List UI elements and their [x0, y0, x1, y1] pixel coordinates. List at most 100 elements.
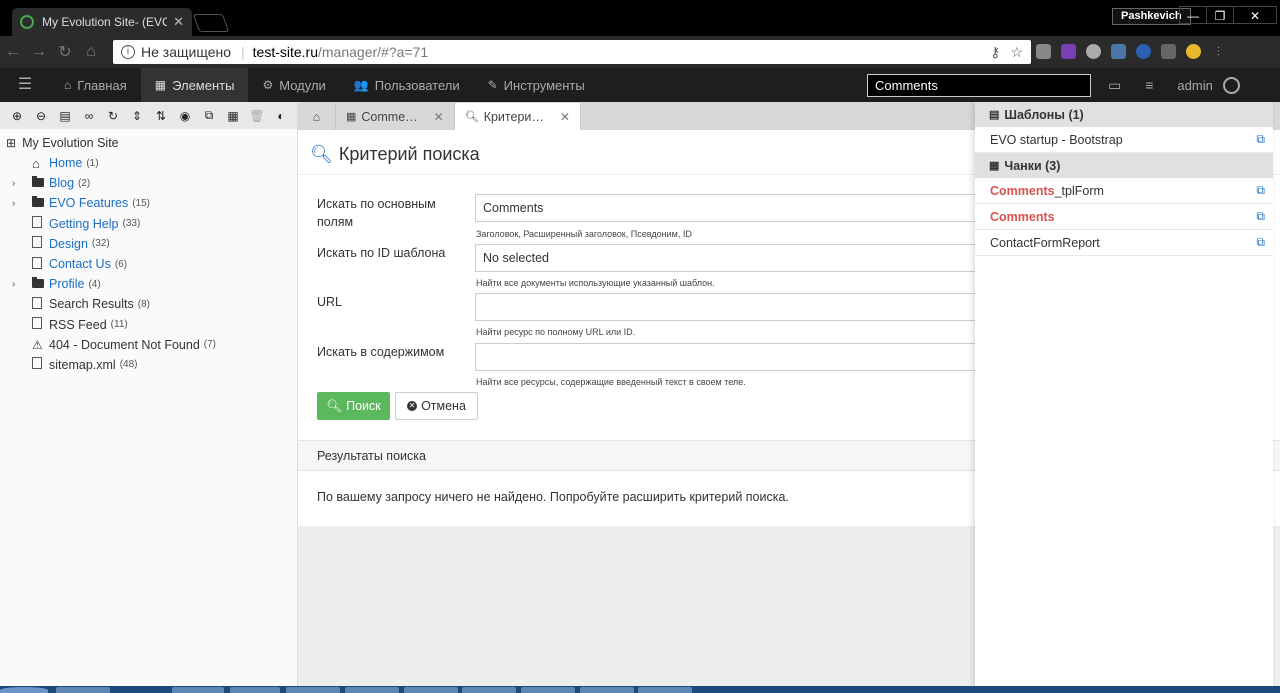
tree-node[interactable]: › Profile (4)	[6, 274, 297, 294]
tab-close-icon[interactable]: ✕	[173, 14, 184, 30]
tab-search[interactable]: 🔍︎ Критери… ✕	[454, 103, 581, 130]
taskbar-app[interactable]	[462, 687, 516, 693]
monitor-icon[interactable]: ▭	[1108, 77, 1121, 94]
search-icon: 🔍︎	[326, 398, 343, 413]
new-document-icon[interactable]: ▤	[53, 109, 77, 123]
nav-home[interactable]: ⌂ Главная	[50, 68, 141, 102]
collapse-tree-icon[interactable]: ⊖	[29, 109, 53, 123]
sliders-icon[interactable]: ≡	[1145, 77, 1153, 93]
field-label-content: Искать в содержимом	[317, 345, 445, 359]
chunk-item[interactable]: Comments ⧉	[975, 204, 1273, 230]
tree-node[interactable]: Design (32)	[6, 234, 297, 254]
tree-node[interactable]: › EVO Features (15)	[6, 193, 297, 213]
nav-users[interactable]: 👥 Пользователи	[340, 68, 474, 102]
chevron-right-icon[interactable]: ›	[12, 279, 22, 290]
template-item[interactable]: EVO startup - Bootstrap ⧉	[975, 127, 1273, 153]
elements-panel: ▤ Шаблоны (1) EVO startup - Bootstrap ⧉ …	[975, 102, 1273, 693]
chunks-section-header[interactable]: ▦ Чанки (3)	[975, 153, 1273, 178]
tab-close-icon[interactable]: ✕	[560, 110, 570, 124]
m-extension-icon[interactable]	[1086, 44, 1101, 59]
taskbar-app[interactable]	[56, 687, 110, 693]
nav-users-label: Пользователи	[374, 77, 460, 93]
url-input[interactable]: i Не защищено | test-site.ru /manager/#?…	[113, 40, 1031, 64]
taskbar-app[interactable]	[638, 687, 692, 693]
taskbar-app[interactable]	[521, 687, 575, 693]
hamburger-icon[interactable]: ☰	[0, 68, 50, 102]
taskbar-app[interactable]	[580, 687, 634, 693]
music-extension-icon[interactable]	[1161, 44, 1176, 59]
restore-icon[interactable]: ❐	[1206, 6, 1234, 24]
global-search-input[interactable]: Comments	[867, 74, 1091, 97]
tab-dashboard[interactable]: ⌂	[298, 103, 336, 130]
grid-view-icon[interactable]: ▦	[221, 109, 245, 123]
vk-extension-icon[interactable]	[1111, 44, 1126, 59]
browser-menu-icon[interactable]: ⋮	[1211, 44, 1226, 59]
taskbar-app[interactable]	[172, 687, 224, 693]
tree-root[interactable]: ⊞ My Evolution Site	[6, 133, 297, 153]
tree-node[interactable]: › Blog (2)	[6, 173, 297, 193]
taskbar-app[interactable]	[230, 687, 280, 693]
external-link-icon[interactable]: ⧉	[1256, 183, 1265, 198]
minimize-icon[interactable]: —	[1179, 6, 1207, 24]
tab-comments[interactable]: ▦ Comme… ✕	[336, 103, 455, 130]
tree-node[interactable]: Contact Us (6)	[6, 254, 297, 274]
taskbar-app[interactable]	[404, 687, 458, 693]
taskbar-app[interactable]	[345, 687, 399, 693]
tab-close-icon[interactable]: ✕	[434, 110, 444, 124]
wave-extension-icon[interactable]	[1136, 44, 1151, 59]
tree-node[interactable]: RSS Feed (11)	[6, 315, 297, 335]
tree-node[interactable]: Getting Help (33)	[6, 214, 297, 234]
url-search-input[interactable]	[475, 293, 985, 321]
new-tab-button[interactable]	[192, 14, 230, 32]
back-icon[interactable]: ←	[0, 43, 26, 61]
info-icon[interactable]: i	[121, 45, 135, 59]
templates-section-header[interactable]: ▤ Шаблоны (1)	[975, 102, 1273, 127]
external-link-icon[interactable]: ⧉	[1256, 209, 1265, 224]
tree-node-count: (11)	[110, 319, 128, 331]
template-id-select[interactable]: No selected	[475, 244, 985, 272]
tree-node[interactable]: Search Results (8)	[6, 294, 297, 314]
chrome-extension-icon[interactable]	[1186, 44, 1201, 59]
resource-tree-sidebar: ⊕ ⊖ ▤ ∞ ↻ ⇕ ⇅ ◉ ⧉ ▦ 🗑 ◐ ⊞ My Evolution S…	[0, 102, 298, 693]
reload-icon[interactable]: ↻	[52, 42, 78, 62]
nav-elements[interactable]: ▦ Элементы	[140, 68, 249, 102]
refresh-icon[interactable]: ↻	[101, 109, 125, 123]
sort-icon[interactable]: ⇕	[125, 109, 149, 123]
content-search-input[interactable]	[475, 343, 985, 371]
main-fields-input[interactable]: Comments	[475, 194, 985, 222]
tab-comments-label: Comme…	[361, 109, 418, 124]
cancel-button[interactable]: ✕ Отмена	[395, 392, 478, 420]
tree-node[interactable]: sitemap.xml (48)	[6, 355, 297, 375]
tree-node-label: 404 - Document Not Found	[49, 337, 200, 352]
feather-extension-icon[interactable]	[1061, 44, 1076, 59]
key-icon[interactable]: ⚷	[990, 44, 1000, 61]
bookmark-star-icon[interactable]: ☆	[1010, 44, 1023, 61]
rss-extension-icon[interactable]	[1036, 44, 1051, 59]
tree-node[interactable]: ⌂ Home (1)	[6, 153, 297, 173]
new-weblink-icon[interactable]: ∞	[77, 109, 101, 123]
copy-icon[interactable]: ⧉	[197, 108, 221, 123]
external-link-icon[interactable]: ⧉	[1256, 235, 1265, 250]
nav-modules[interactable]: ⚙ Модули	[248, 68, 339, 102]
contrast-icon[interactable]: ◐	[269, 109, 293, 123]
user-avatar-icon[interactable]	[1222, 76, 1240, 94]
taskbar-app[interactable]	[286, 687, 340, 693]
browser-tab[interactable]: My Evolution Site- (EVO ✕	[12, 8, 192, 36]
forward-icon[interactable]: →	[26, 43, 52, 61]
chunk-item[interactable]: Comments_tplForm ⧉	[975, 178, 1273, 204]
expand-tree-icon[interactable]: ⊕	[5, 109, 29, 123]
search-button[interactable]: 🔍︎ Поиск	[317, 392, 390, 420]
tree-node[interactable]: ⚠ 404 - Document Not Found (7)	[6, 335, 297, 355]
nav-tools[interactable]: ✎ Инструменты	[474, 68, 599, 102]
start-button[interactable]	[0, 687, 48, 693]
chevron-right-icon[interactable]: ›	[12, 198, 22, 209]
chevron-right-icon[interactable]: ›	[12, 178, 22, 189]
user-name[interactable]: admin	[1177, 78, 1212, 93]
home-browser-icon[interactable]: ⌂	[78, 43, 104, 61]
chunk-item[interactable]: ContactFormReport ⧉	[975, 230, 1273, 256]
trash-icon[interactable]: 🗑	[245, 109, 269, 123]
camera-icon[interactable]: ◉	[173, 109, 197, 123]
close-window-icon[interactable]: ✕	[1233, 6, 1277, 24]
external-link-icon[interactable]: ⧉	[1256, 132, 1265, 147]
sort-order-icon[interactable]: ⇅	[149, 109, 173, 123]
